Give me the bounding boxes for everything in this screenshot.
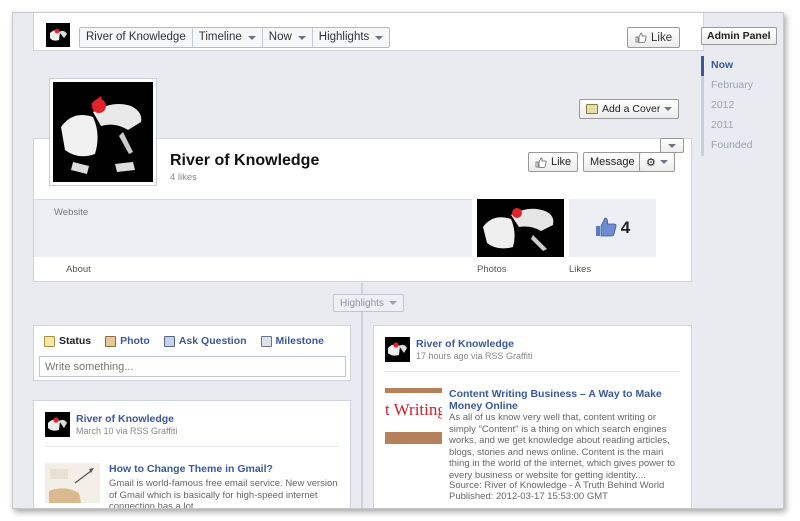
nav-highlights-label: Highlights xyxy=(318,31,370,43)
page-like-button[interactable]: Like xyxy=(528,152,579,172)
website-label: Website xyxy=(54,207,89,218)
year-founded[interactable]: Founded xyxy=(704,136,773,156)
timeline-page: River of Knowledge Timeline Now Highligh… xyxy=(12,12,784,509)
post-published: Published: 2012-03-17 15:53:00 GMT xyxy=(449,491,608,502)
add-cover-button[interactable]: Add a Cover xyxy=(579,99,680,119)
thumbs-up-icon xyxy=(635,32,647,43)
nav-now-dropdown[interactable]: Now xyxy=(263,28,313,47)
admin-panel-button[interactable]: Admin Panel xyxy=(701,27,777,45)
chevron-down-icon xyxy=(668,143,676,148)
likes-label[interactable]: Likes xyxy=(569,264,591,275)
nav-timeline-dropdown[interactable]: Timeline xyxy=(193,28,263,47)
thumbnail-text: t Writing xyxy=(385,400,442,419)
gear-icon: ⚙ xyxy=(646,156,656,169)
timeline-post-right: River of Knowledge 17 hours ago via RSS … xyxy=(373,325,692,508)
year-now[interactable]: Now xyxy=(701,56,773,76)
milestone-icon xyxy=(260,335,272,347)
about-label[interactable]: About xyxy=(66,264,91,275)
post-source: Source: River of Knowledge - A Truth Beh… xyxy=(449,480,665,491)
topbar-like-label: Like xyxy=(651,31,673,44)
chevron-down-icon xyxy=(375,35,384,40)
thumbnail-stripe-top xyxy=(385,388,442,393)
chevron-down-icon xyxy=(664,107,673,111)
year-2011[interactable]: 2011 xyxy=(704,116,773,136)
post-author[interactable]: River of Knowledge xyxy=(416,338,514,350)
timeline-post-left: River of Knowledge March 10 via RSS Graf… xyxy=(33,400,351,509)
cover-section: Add a Cover River of Knowledge 4 likes L… xyxy=(33,57,692,282)
post-title[interactable]: How to Change Theme in Gmail? xyxy=(109,463,344,475)
thumbs-up-icon xyxy=(535,157,547,168)
year-february[interactable]: February xyxy=(704,76,773,96)
timeline-nav-pills: River of Knowledge Timeline Now Highligh… xyxy=(79,27,391,48)
post-meta: 17 hours ago via RSS Graffiti xyxy=(416,351,533,361)
nav-now-label: Now xyxy=(268,31,292,43)
likes-box[interactable]: 4 xyxy=(569,199,656,257)
tab-ask-question-label: Ask Question xyxy=(178,335,247,347)
topbar-like-button[interactable]: Like xyxy=(627,27,681,48)
timeline-year-nav: Now February 2012 2011 Founded xyxy=(701,56,773,156)
photo-icon xyxy=(586,104,598,114)
post-avatar[interactable] xyxy=(45,412,70,437)
thumbnail-stripe-bottom xyxy=(385,432,442,444)
settings-dropdown-button[interactable]: ⚙ xyxy=(639,152,675,172)
nav-page-name-label: River of Knowledge xyxy=(86,31,186,43)
page-avatar-small[interactable] xyxy=(46,23,70,47)
question-icon xyxy=(163,335,175,347)
year-2012[interactable]: 2012 xyxy=(704,96,773,116)
chevron-down-icon xyxy=(388,301,397,305)
chevron-down-icon xyxy=(247,35,256,40)
page-likes-count: 4 likes xyxy=(170,172,197,183)
tab-milestone-label: Milestone xyxy=(275,335,324,347)
tab-status[interactable]: Status xyxy=(44,335,91,347)
likes-count: 4 xyxy=(620,218,631,237)
post-meta: March 10 via RSS Graffiti xyxy=(76,426,178,436)
add-cover-label: Add a Cover xyxy=(602,103,661,115)
chevron-down-icon xyxy=(297,35,306,40)
highlights-filter-button[interactable]: Highlights xyxy=(333,294,404,312)
nav-timeline-label: Timeline xyxy=(198,31,242,43)
tab-photo-label: Photo xyxy=(120,335,150,347)
page-like-label: Like xyxy=(551,156,572,168)
chevron-down-icon xyxy=(659,160,668,164)
post-author[interactable]: River of Knowledge xyxy=(76,413,174,425)
post-excerpt: As all of us know very well that, conten… xyxy=(449,412,676,481)
tab-ask-question[interactable]: Ask Question xyxy=(163,335,247,347)
message-button[interactable]: Message xyxy=(583,152,642,172)
about-box[interactable]: Website xyxy=(34,199,472,257)
post-divider xyxy=(45,446,339,447)
nav-highlights-dropdown[interactable]: Highlights xyxy=(313,28,390,47)
thumbs-up-icon xyxy=(595,217,617,240)
timeline-spine xyxy=(361,283,363,508)
post-thumbnail[interactable] xyxy=(45,463,100,503)
post-composer: Status Photo Ask Question Milestone xyxy=(33,325,351,381)
photo-icon xyxy=(105,335,117,347)
post-title[interactable]: Content Writing Business – A Way to Make… xyxy=(449,388,685,412)
photos-label[interactable]: Photos xyxy=(477,264,507,275)
post-thumbnail[interactable]: t Writing xyxy=(385,388,442,444)
post-excerpt: Gmail is world-famous free email service… xyxy=(109,478,338,509)
more-boxes-button[interactable] xyxy=(660,138,684,153)
photos-box[interactable] xyxy=(477,199,564,257)
tab-status-label: Status xyxy=(59,335,92,347)
post-avatar[interactable] xyxy=(385,337,410,362)
profile-picture[interactable] xyxy=(50,79,156,185)
composer-tabs: Status Photo Ask Question Milestone xyxy=(44,335,324,347)
post-divider xyxy=(385,371,680,372)
timeline-nav-bar: River of Knowledge Timeline Now Highligh… xyxy=(33,13,704,51)
highlights-filter-label: Highlights xyxy=(340,297,384,309)
page-title[interactable]: River of Knowledge xyxy=(170,152,319,170)
tab-milestone[interactable]: Milestone xyxy=(260,335,324,347)
message-label: Message xyxy=(590,156,635,168)
tab-photo[interactable]: Photo xyxy=(105,335,150,347)
status-icon xyxy=(44,335,55,347)
nav-page-name[interactable]: River of Knowledge xyxy=(80,28,193,47)
status-input[interactable] xyxy=(39,356,346,377)
